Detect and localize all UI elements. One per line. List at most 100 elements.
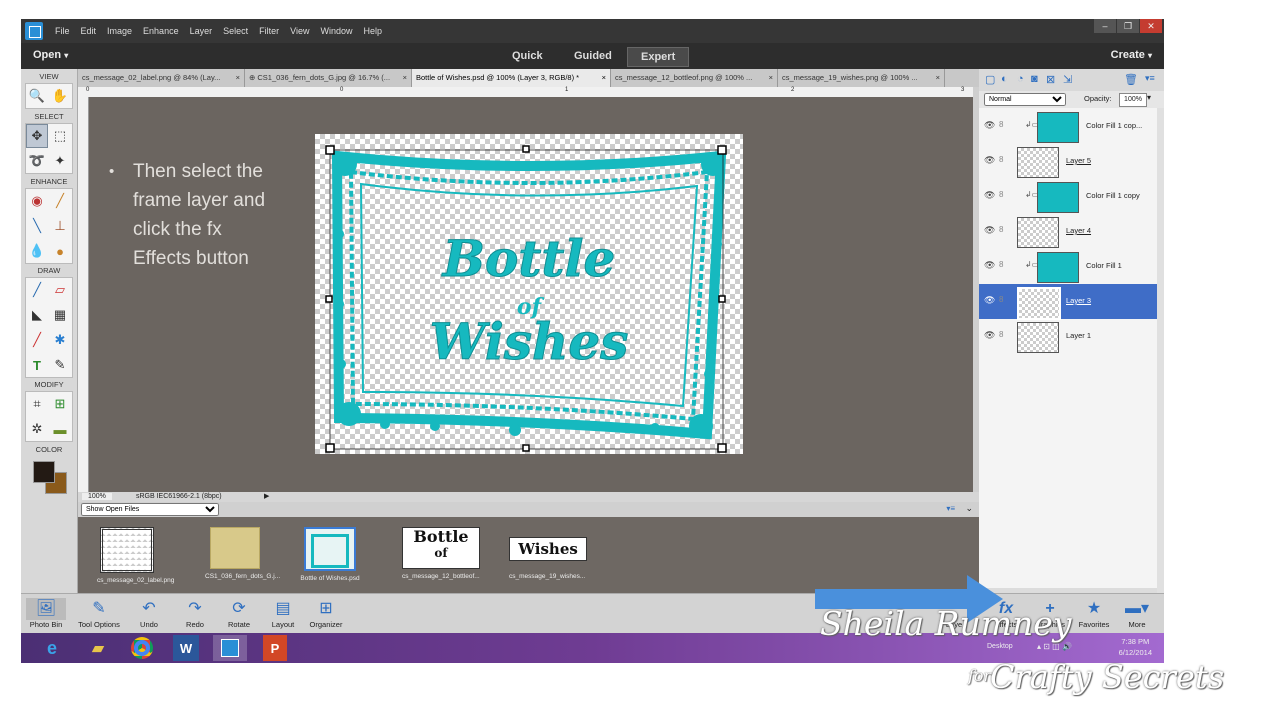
menu-view[interactable]: View bbox=[290, 26, 309, 36]
photo-bin-button[interactable]: 🖼 Photo Bin bbox=[26, 598, 66, 629]
menu-select[interactable]: Select bbox=[223, 26, 248, 36]
zoom-level[interactable]: 100% bbox=[82, 493, 112, 500]
recompose-tool-icon[interactable]: ⊞ bbox=[49, 392, 71, 416]
crop-tool-icon[interactable]: ⌗ bbox=[26, 392, 48, 416]
photoshop-elements-taskbar-icon[interactable] bbox=[213, 635, 247, 661]
open-button[interactable]: Open ▾ bbox=[33, 49, 68, 61]
pencil-tool-icon[interactable]: ✎ bbox=[49, 353, 71, 377]
visibility-eye-icon[interactable]: 👁 bbox=[984, 260, 995, 271]
lasso-tool-icon[interactable]: ➰ bbox=[26, 149, 48, 173]
visibility-eye-icon[interactable]: 👁 bbox=[984, 120, 995, 131]
visibility-eye-icon[interactable]: 👁 bbox=[984, 295, 995, 306]
brush-tool-icon[interactable]: ╱ bbox=[26, 278, 48, 302]
eyedropper-icon[interactable]: ╱ bbox=[26, 328, 48, 352]
mask-icon[interactable]: ◙ bbox=[1031, 73, 1038, 85]
tool-options-button[interactable]: ✎ Tool Options bbox=[73, 598, 125, 629]
word-icon[interactable]: W bbox=[173, 635, 199, 661]
canvas-area[interactable]: • Then select the frame layer and click … bbox=[89, 97, 973, 492]
tab-guided[interactable]: Guided bbox=[561, 47, 625, 65]
menu-enhance[interactable]: Enhance bbox=[143, 26, 179, 36]
status-arrow-icon[interactable]: ▶ bbox=[264, 492, 269, 500]
close-icon[interactable]: × bbox=[403, 69, 407, 87]
healing-brush-icon[interactable]: ╱ bbox=[49, 189, 71, 213]
internet-explorer-icon[interactable]: e bbox=[35, 635, 69, 661]
bin-thumb[interactable]: CS1_036_fern_dots_G.j... bbox=[205, 527, 280, 580]
menu-image[interactable]: Image bbox=[107, 26, 132, 36]
doc-tab-active[interactable]: Bottle of Wishes.psd @ 100% (Layer 3, RG… bbox=[412, 69, 611, 87]
bin-thumb[interactable]: Wishes cs_message_19_wishes... bbox=[509, 527, 587, 580]
menu-help[interactable]: Help bbox=[363, 26, 382, 36]
straighten-tool-icon[interactable]: ▬ bbox=[49, 417, 71, 441]
layout-button[interactable]: ▤ Layout bbox=[265, 598, 301, 629]
gradient-tool-icon[interactable]: ▦ bbox=[49, 303, 71, 327]
bin-thumb[interactable]: Bottle of cs_message_12_bottleof... bbox=[402, 527, 480, 580]
new-layer-icon[interactable]: ▢ bbox=[985, 73, 995, 86]
file-explorer-icon[interactable]: ▰ bbox=[81, 635, 115, 661]
close-icon[interactable]: × bbox=[602, 69, 606, 87]
bin-thumb-selected[interactable]: Bottle of Wishes.psd bbox=[300, 527, 360, 582]
custom-shape-icon[interactable]: ✱ bbox=[49, 328, 71, 352]
doc-tab[interactable]: cs_message_19_wishes.png @ 100% ... × bbox=[778, 69, 945, 87]
menu-edit[interactable]: Edit bbox=[81, 26, 97, 36]
type-tool-icon[interactable]: T bbox=[26, 353, 48, 377]
redo-button[interactable]: ↷ Redo bbox=[179, 598, 211, 629]
minimize-button[interactable]: – bbox=[1094, 19, 1116, 33]
tab-quick[interactable]: Quick bbox=[499, 47, 556, 65]
red-eye-icon[interactable]: ◉ bbox=[26, 189, 48, 213]
powerpoint-icon[interactable]: P bbox=[263, 635, 287, 661]
move-tool-icon[interactable]: ✥ bbox=[26, 124, 48, 148]
close-icon[interactable]: × bbox=[936, 69, 940, 87]
layer-row[interactable]: 👁 8 ↲▭ Color Fill 1 bbox=[979, 249, 1157, 284]
bin-collapse-icon[interactable]: ⌄ bbox=[965, 503, 973, 514]
layer-row[interactable]: 👁 8 ↲▭ Color Fill 1 cop... bbox=[979, 109, 1157, 144]
trash-icon[interactable]: 🗑 bbox=[1124, 73, 1138, 86]
layers-scrollbar[interactable] bbox=[1157, 108, 1164, 593]
adjustment-layer-icon[interactable]: ◐ bbox=[1001, 73, 1008, 85]
desktop-toolbar-label[interactable]: Desktop bbox=[987, 643, 1013, 650]
close-icon[interactable]: × bbox=[769, 69, 773, 87]
visibility-eye-icon[interactable]: 👁 bbox=[984, 330, 995, 341]
content-aware-move-icon[interactable]: ✲ bbox=[26, 417, 48, 441]
layer-row[interactable]: 👁 8 Layer 5 bbox=[979, 144, 1157, 179]
magic-wand-icon[interactable]: ✦ bbox=[49, 149, 71, 173]
bin-thumb[interactable]: cs_message_02_label.png bbox=[97, 527, 174, 584]
doc-tab[interactable]: cs_message_12_bottleof.png @ 100% ... × bbox=[611, 69, 778, 87]
layer-row[interactable]: 👁 8 Layer 4 bbox=[979, 214, 1157, 249]
tray-icons[interactable]: ▴ ⊡ ◫ 🔊 bbox=[1037, 642, 1072, 651]
menu-window[interactable]: Window bbox=[320, 26, 352, 36]
marquee-tool-icon[interactable]: ⬚ bbox=[49, 124, 71, 148]
create-button[interactable]: Create ▾ bbox=[1111, 49, 1152, 61]
favorites-button[interactable]: ★ Favorites bbox=[1075, 598, 1113, 629]
blend-mode-dropdown[interactable]: Normal bbox=[984, 93, 1066, 106]
hand-tool-icon[interactable]: ✋ bbox=[49, 84, 71, 108]
paint-bucket-icon[interactable]: ◣ bbox=[26, 303, 48, 327]
organizer-button[interactable]: ⊞ Organizer bbox=[305, 598, 347, 629]
doc-tab[interactable]: cs_message_02_label.png @ 84% (Lay... × bbox=[78, 69, 245, 87]
visibility-eye-icon[interactable]: 👁 bbox=[984, 155, 995, 166]
more-button[interactable]: ▬▾ More bbox=[1119, 598, 1155, 629]
menu-filter[interactable]: Filter bbox=[259, 26, 279, 36]
opacity-field[interactable]: 100% bbox=[1119, 93, 1147, 107]
link-icon[interactable]: ⇲ bbox=[1063, 73, 1072, 86]
zoom-tool-icon[interactable]: 🔍 bbox=[26, 84, 48, 108]
document-image[interactable]: Bottle of Wishes bbox=[315, 134, 743, 454]
visibility-eye-icon[interactable]: 👁 bbox=[984, 190, 995, 201]
opacity-dropdown-icon[interactable]: ▾ bbox=[1147, 93, 1151, 102]
restore-button[interactable]: ❐ bbox=[1117, 19, 1139, 33]
menu-file[interactable]: File bbox=[55, 26, 70, 36]
close-button[interactable]: ✕ bbox=[1140, 19, 1162, 33]
layer-row[interactable]: 👁 8 ↲▭ Color Fill 1 copy bbox=[979, 179, 1157, 214]
bin-source-dropdown[interactable]: Show Open Files bbox=[81, 503, 219, 516]
blur-tool-icon[interactable]: 💧 bbox=[26, 239, 48, 263]
panel-menu-icon[interactable]: ▾≡ bbox=[1145, 73, 1155, 84]
bin-menu-icon[interactable]: ▾≡ bbox=[946, 504, 955, 513]
chrome-icon[interactable] bbox=[125, 635, 159, 661]
lock-icon[interactable]: ⊠ bbox=[1046, 73, 1055, 86]
layer-row[interactable]: 👁 8 Layer 1 bbox=[979, 319, 1157, 354]
smart-brush-icon[interactable]: ╲ bbox=[26, 214, 48, 238]
doc-tab[interactable]: ⊕ CS1_036_fern_dots_G.jpg @ 16.7% (... × bbox=[245, 69, 412, 87]
system-clock[interactable]: 7:38 PM 6/12/2014 bbox=[1119, 636, 1152, 658]
clone-stamp-icon[interactable]: ⊥ bbox=[49, 214, 71, 238]
eraser-tool-icon[interactable]: ▱ bbox=[49, 278, 71, 302]
sponge-tool-icon[interactable]: ● bbox=[49, 239, 71, 263]
